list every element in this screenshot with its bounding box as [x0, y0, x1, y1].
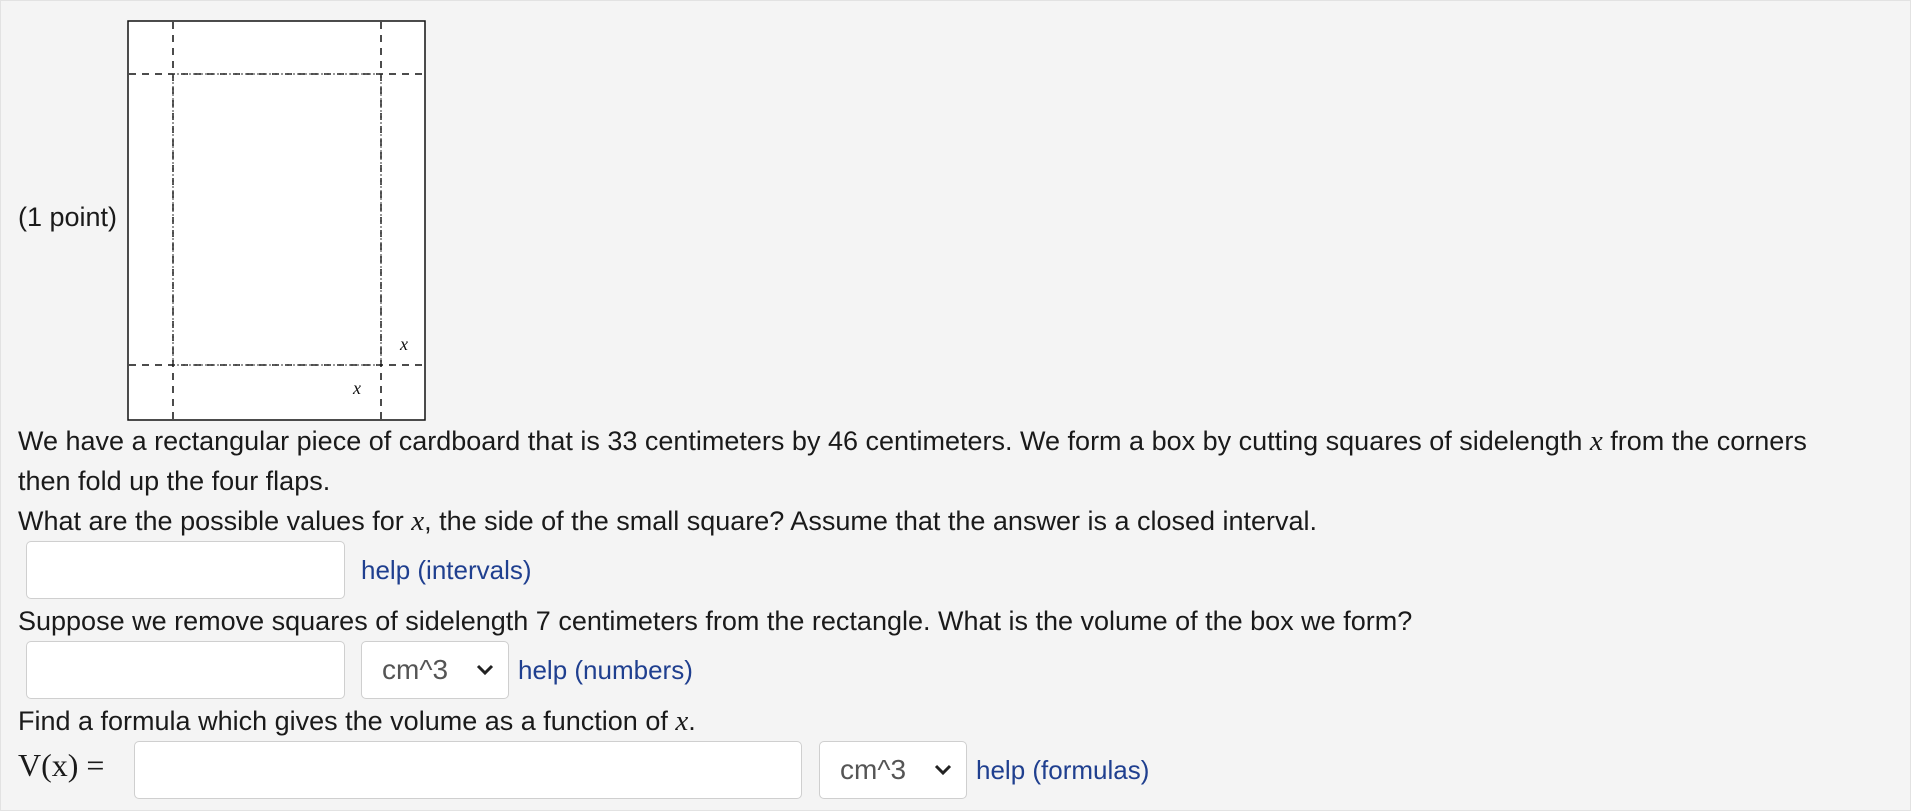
chevron-down-icon [934, 764, 952, 776]
intro-text-a: We have a rectangular piece of cardboard… [18, 426, 1583, 456]
formula-unit-select[interactable]: cm^3 [819, 741, 967, 799]
part1-question-b: , the side of the small square? Assume t… [424, 506, 1318, 536]
part1-question: What are the possible values for x, the … [18, 501, 1317, 541]
formula-unit-value: cm^3 [840, 754, 907, 785]
part2-question: Suppose we remove squares of sidelength … [18, 606, 1413, 636]
help-formulas-link[interactable]: help (formulas) [976, 750, 1149, 790]
volume-function-label: V(x) = [18, 747, 105, 783]
formula-answer-input[interactable] [134, 741, 802, 799]
interval-answer-input[interactable] [26, 541, 345, 599]
part3-question-b: . [688, 706, 696, 736]
help-numbers-link[interactable]: help (numbers) [518, 650, 693, 690]
part3-question: Find a formula which gives the volume as… [18, 701, 696, 741]
intro-variable: x [1589, 425, 1603, 457]
help-intervals-link[interactable]: help (intervals) [361, 550, 532, 590]
cardboard-diagram: x x [127, 20, 426, 421]
chevron-down-icon [476, 664, 494, 676]
part3-variable: x [675, 705, 689, 737]
x-label-bottom: x [352, 378, 361, 398]
intro-text-line1: We have a rectangular piece of cardboard… [18, 421, 1807, 461]
x-label-right: x [399, 334, 408, 354]
points-label: (1 point) [18, 202, 118, 232]
intro-text-line2: then fold up the four flaps. [18, 466, 331, 496]
volume-answer-input[interactable] [26, 641, 345, 699]
part1-question-a: What are the possible values for [18, 506, 404, 536]
volume-unit-value: cm^3 [382, 654, 449, 685]
part3-question-a: Find a formula which gives the volume as… [18, 706, 668, 736]
part1-variable: x [411, 505, 425, 537]
volume-unit-select[interactable]: cm^3 [361, 641, 509, 699]
intro-text-b: from the corners [1610, 426, 1807, 456]
